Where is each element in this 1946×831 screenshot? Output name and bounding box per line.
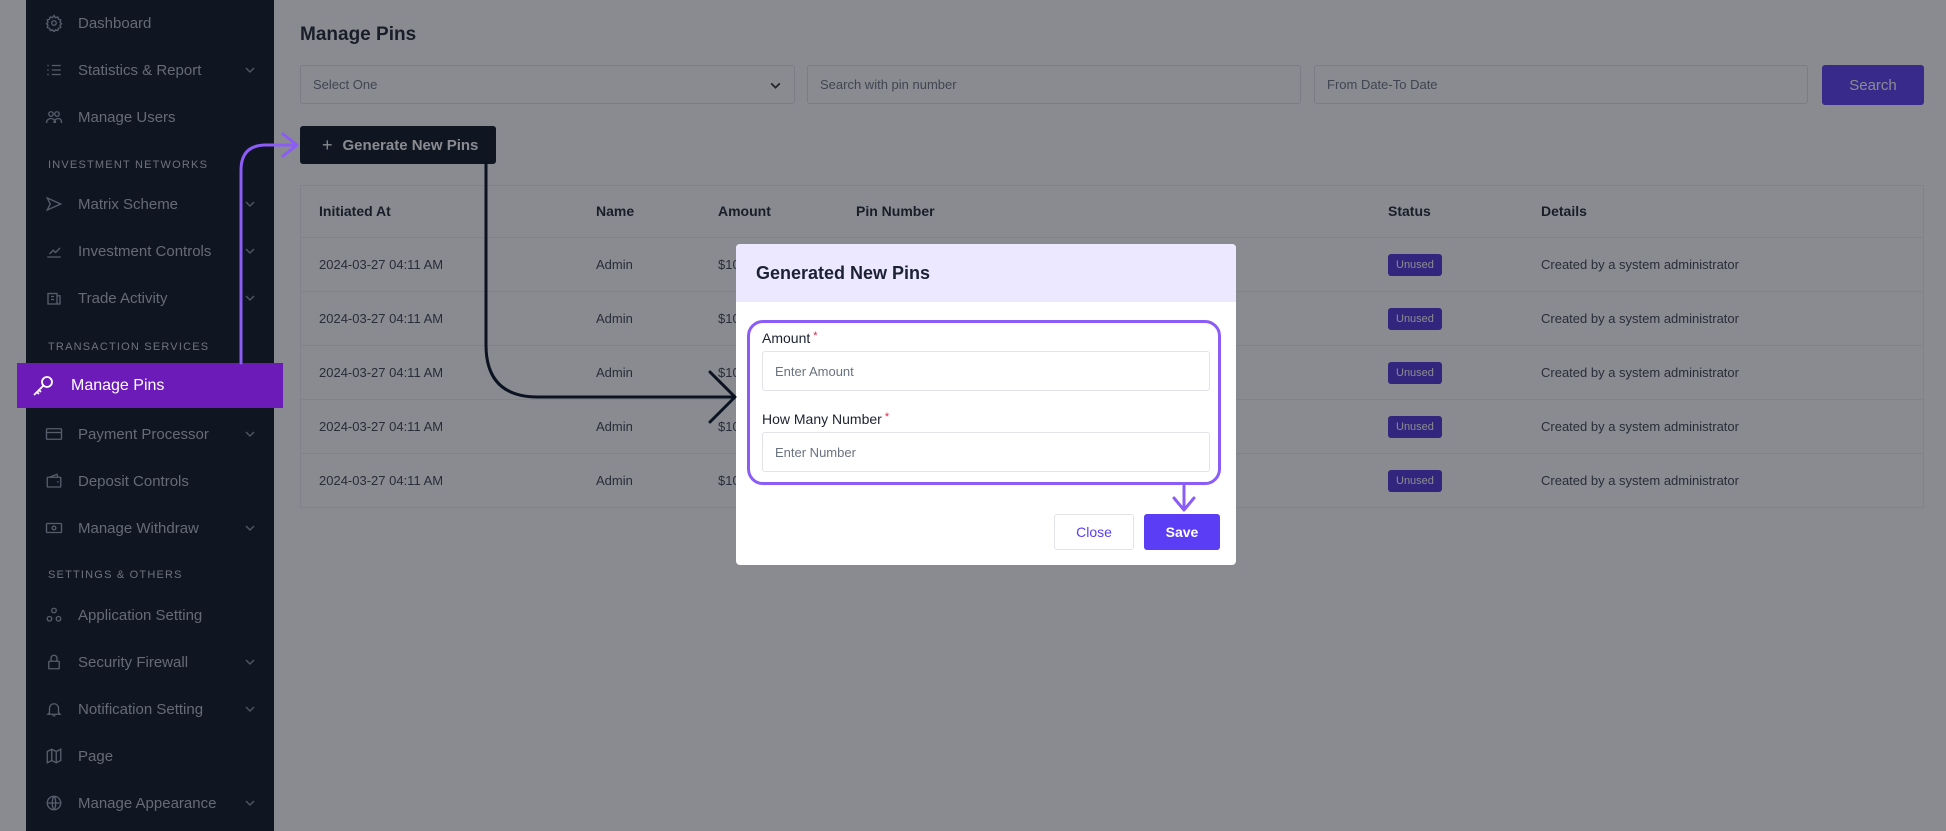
save-button[interactable]: Save: [1144, 514, 1220, 550]
modal-title: Generated New Pins: [756, 263, 931, 283]
key-icon: [33, 376, 53, 396]
sidebar-item-manage-pins[interactable]: Manage Pins: [17, 363, 283, 408]
close-button[interactable]: Close: [1054, 514, 1134, 550]
sidebar-item-label: Manage Pins: [71, 376, 165, 394]
form-highlight-box: [747, 320, 1221, 485]
modal-header: Generated New Pins: [736, 244, 1236, 302]
